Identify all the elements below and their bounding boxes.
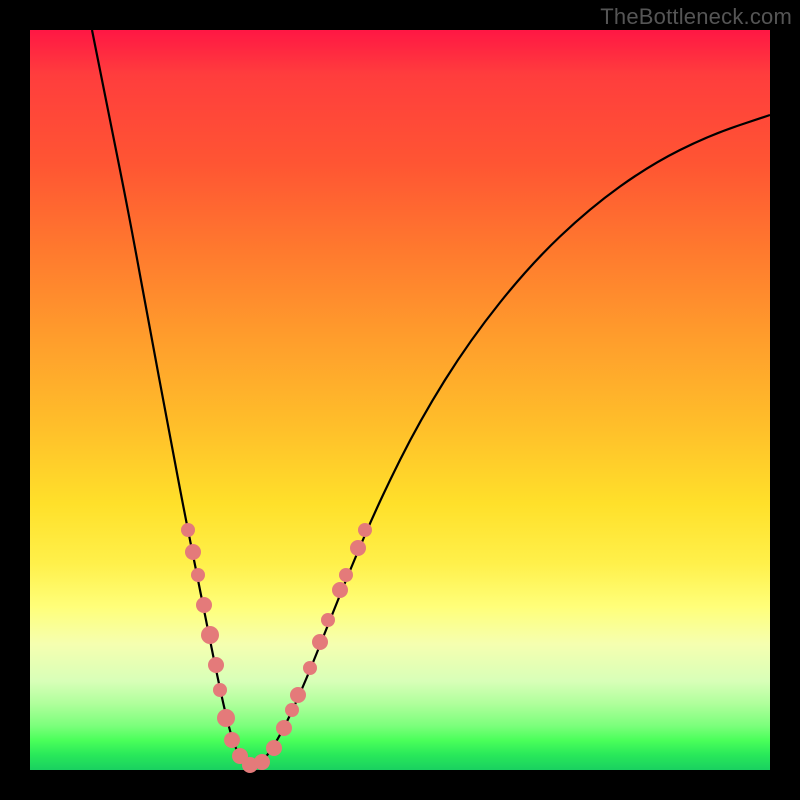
bead-marker: [276, 720, 292, 736]
bead-marker: [312, 634, 328, 650]
bead-marker: [303, 661, 317, 675]
bead-marker: [181, 523, 195, 537]
plot-area: [30, 30, 770, 770]
bead-marker: [254, 754, 270, 770]
watermark-text: TheBottleneck.com: [600, 4, 792, 30]
bead-marker: [191, 568, 205, 582]
bead-marker: [321, 613, 335, 627]
bead-marker: [208, 657, 224, 673]
bead-marker: [213, 683, 227, 697]
curve-left: [92, 30, 252, 768]
chart-svg: [30, 30, 770, 770]
curve-right: [252, 115, 770, 768]
bead-marker: [350, 540, 366, 556]
bead-marker: [224, 732, 240, 748]
bead-marker: [339, 568, 353, 582]
bead-marker: [285, 703, 299, 717]
bead-marker: [358, 523, 372, 537]
bead-marker: [185, 544, 201, 560]
chart-frame: TheBottleneck.com: [0, 0, 800, 800]
bead-marker: [332, 582, 348, 598]
bead-cluster: [181, 523, 372, 773]
bead-marker: [196, 597, 212, 613]
bead-marker: [217, 709, 235, 727]
bead-marker: [290, 687, 306, 703]
bead-marker: [201, 626, 219, 644]
bead-marker: [266, 740, 282, 756]
